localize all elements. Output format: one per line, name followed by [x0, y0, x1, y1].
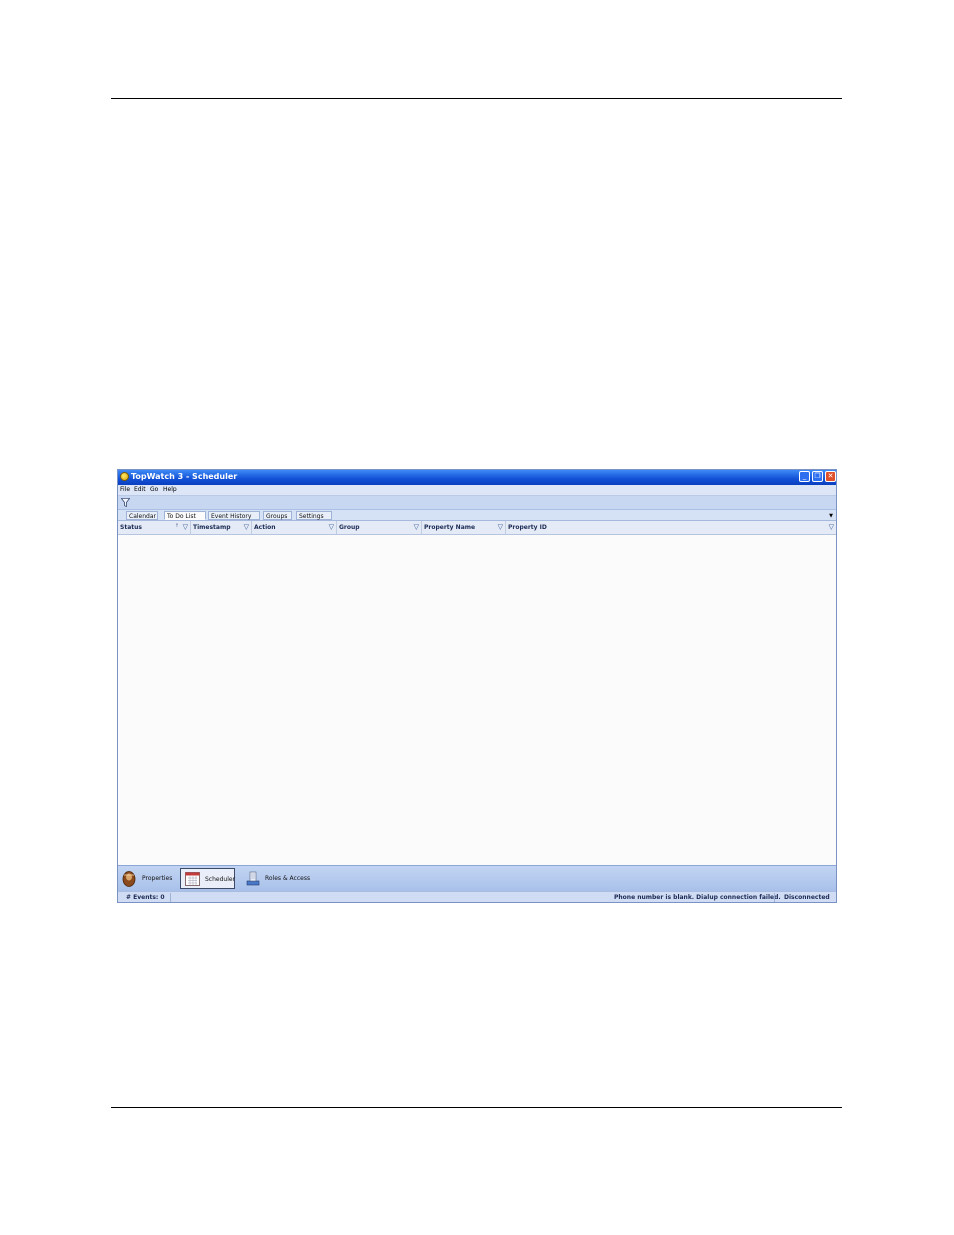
column-property-name[interactable]: Property Name ▽ [422, 521, 506, 534]
minimize-button[interactable]: _ [799, 471, 810, 482]
calendar-icon [185, 872, 200, 886]
status-bar: # Events: 0 Phone number is blank. Dialu… [118, 891, 836, 902]
window-title: TopWatch 3 - Scheduler [131, 472, 238, 481]
column-status[interactable]: Status ↑ ▽ [118, 521, 191, 534]
menu-go[interactable]: Go [150, 486, 158, 493]
column-timestamp[interactable]: Timestamp ▽ [191, 521, 252, 534]
column-action[interactable]: Action ▽ [252, 521, 337, 534]
column-label: Group [339, 524, 360, 531]
tab-groups[interactable]: Groups [263, 511, 292, 520]
nav-properties[interactable]: Properties [120, 868, 178, 889]
tab-bar: Calendar To Do List Event History Groups… [118, 510, 836, 521]
title-bar[interactable]: TopWatch 3 - Scheduler _ ❐ ✕ [118, 470, 836, 485]
nav-scheduler[interactable]: Scheduler [180, 868, 235, 889]
column-filter-icon[interactable]: ▽ [414, 523, 419, 531]
close-button[interactable]: ✕ [825, 471, 836, 482]
properties-icon [122, 871, 136, 887]
roles-icon [246, 871, 260, 886]
filter-icon[interactable] [121, 498, 130, 507]
nav-label: Properties [142, 875, 173, 882]
column-group[interactable]: Group ▽ [337, 521, 422, 534]
nav-label: Scheduler [205, 876, 236, 883]
menu-edit[interactable]: Edit [134, 486, 146, 493]
page-bottom-rule [111, 1107, 842, 1108]
tab-overflow-icon[interactable]: ▼ [829, 513, 833, 519]
column-filter-icon[interactable]: ▽ [244, 523, 249, 531]
status-message: Phone number is blank. Dialup connection… [614, 894, 781, 901]
status-divider [170, 893, 171, 902]
maximize-button[interactable]: ❐ [812, 471, 823, 482]
app-icon [120, 472, 129, 481]
column-filter-icon[interactable]: ▽ [498, 523, 503, 531]
sort-icon: ↑ [174, 523, 179, 529]
module-nav-bar: Properties Scheduler Roles & Access [118, 865, 836, 891]
tab-settings[interactable]: Settings [296, 511, 332, 520]
column-label: Timestamp [193, 524, 231, 531]
app-window: TopWatch 3 - Scheduler _ ❐ ✕ File Edit G… [117, 469, 837, 903]
menu-bar: File Edit Go Help [118, 485, 836, 496]
column-filter-icon[interactable]: ▽ [329, 523, 334, 531]
column-filter-icon[interactable]: ▽ [183, 523, 188, 531]
grid-header: Status ↑ ▽ Timestamp ▽ Action ▽ Group ▽ … [118, 521, 836, 535]
tab-to-do-list[interactable]: To Do List [164, 511, 206, 520]
nav-roles-access[interactable]: Roles & Access [242, 868, 322, 889]
menu-file[interactable]: File [120, 486, 130, 493]
nav-label: Roles & Access [265, 875, 311, 882]
column-label: Action [254, 524, 276, 531]
connection-status: Disconnected [784, 894, 830, 901]
status-divider [774, 893, 775, 902]
tab-calendar[interactable]: Calendar [126, 511, 158, 520]
toolbar [118, 496, 836, 510]
column-label: Property Name [424, 524, 476, 531]
column-label: Status [120, 524, 142, 531]
todo-grid-body[interactable] [118, 535, 836, 865]
column-label: Property ID [508, 524, 547, 531]
page-top-rule [111, 98, 842, 99]
menu-help[interactable]: Help [163, 486, 177, 493]
event-count: # Events: 0 [126, 894, 165, 901]
column-property-id[interactable]: Property ID ▽ [506, 521, 836, 534]
tab-event-history[interactable]: Event History [208, 511, 260, 520]
column-filter-icon[interactable]: ▽ [829, 523, 834, 531]
